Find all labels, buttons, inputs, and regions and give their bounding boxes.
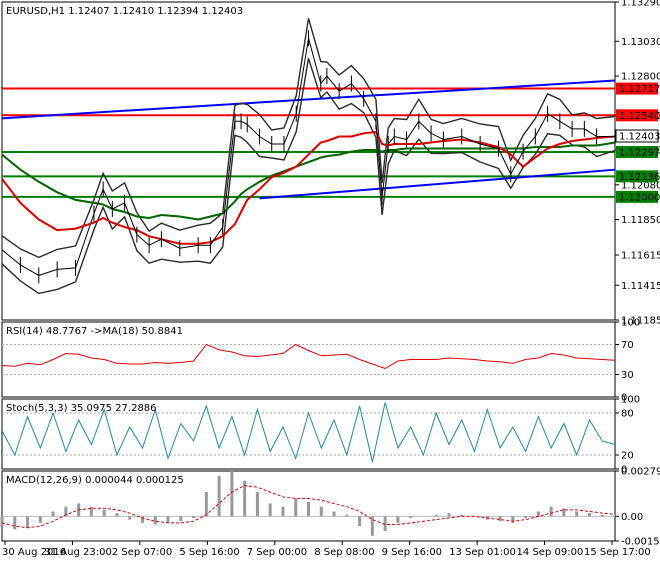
x-tick-label: 14 Sep 09:00 (517, 547, 584, 558)
main-y-tick-label: 1.11615 (621, 251, 660, 262)
stoch-tick-label: 80 (621, 409, 634, 420)
rsi-tick-label: 70 (621, 340, 634, 351)
macd-label: MACD(12,26,9) 0.000044 0.000125 (6, 475, 184, 486)
x-tick-label: 9 Sep 16:00 (382, 547, 442, 558)
main-y-tick-label: 1.13030 (621, 37, 660, 48)
level-tag-label-4: 1.12000 (619, 192, 660, 203)
chart-root: 1.132901.130301.128001.125401.123101.120… (0, 0, 660, 560)
main-y-tick-label: 1.13290 (621, 0, 660, 9)
eurusd-chart[interactable]: 1.132901.130301.128001.125401.123101.120… (0, 0, 660, 560)
x-tick-label: 8 Sep 08:00 (314, 547, 374, 558)
x-tick-label: 2 Sep 07:00 (112, 547, 172, 558)
macd-tick-label: 0.00 (621, 512, 643, 523)
main-y-tick-label: 1.11415 (621, 281, 660, 292)
x-tick-label: 31 Aug 23:00 (44, 547, 111, 558)
macd-tick-label: 0.002797 (621, 467, 660, 478)
level-tag-label-0: 1.12717 (619, 84, 660, 95)
rsi-label: RSI(14) 48.7767 ->MA(18) 50.8841 (6, 326, 183, 337)
stoch-tick-label: 20 (621, 451, 634, 462)
main-y-tick-label: 1.11850 (621, 215, 660, 226)
x-tick-label: 13 Sep 01:00 (449, 547, 516, 558)
stoch-tick-label: 100 (621, 395, 640, 406)
macd-tick-label: -0.001516 (621, 537, 660, 548)
x-tick-label: 15 Sep 17:00 (584, 547, 651, 558)
x-tick-label: 5 Sep 16:00 (179, 547, 239, 558)
rsi-tick-label: 100 (621, 318, 640, 329)
main-y-tick-label: 1.12800 (621, 72, 660, 83)
level-tag-label-1: 1.12540 (619, 111, 660, 122)
main-panel-frame (1, 1, 616, 321)
level-tag-label-3: 1.12136 (619, 172, 660, 183)
level-tag-label-2: 1.12297 (619, 148, 660, 159)
current-price-label: 1.12403 (619, 131, 660, 142)
stoch-label: Stoch(5,3,3) 35.0975 27.2886 (6, 403, 157, 414)
chart-title: EURUSD,H1 1.12407 1.12410 1.12394 1.1240… (6, 6, 243, 17)
rsi-tick-label: 30 (621, 370, 634, 381)
x-tick-label: 7 Sep 00:00 (247, 547, 307, 558)
